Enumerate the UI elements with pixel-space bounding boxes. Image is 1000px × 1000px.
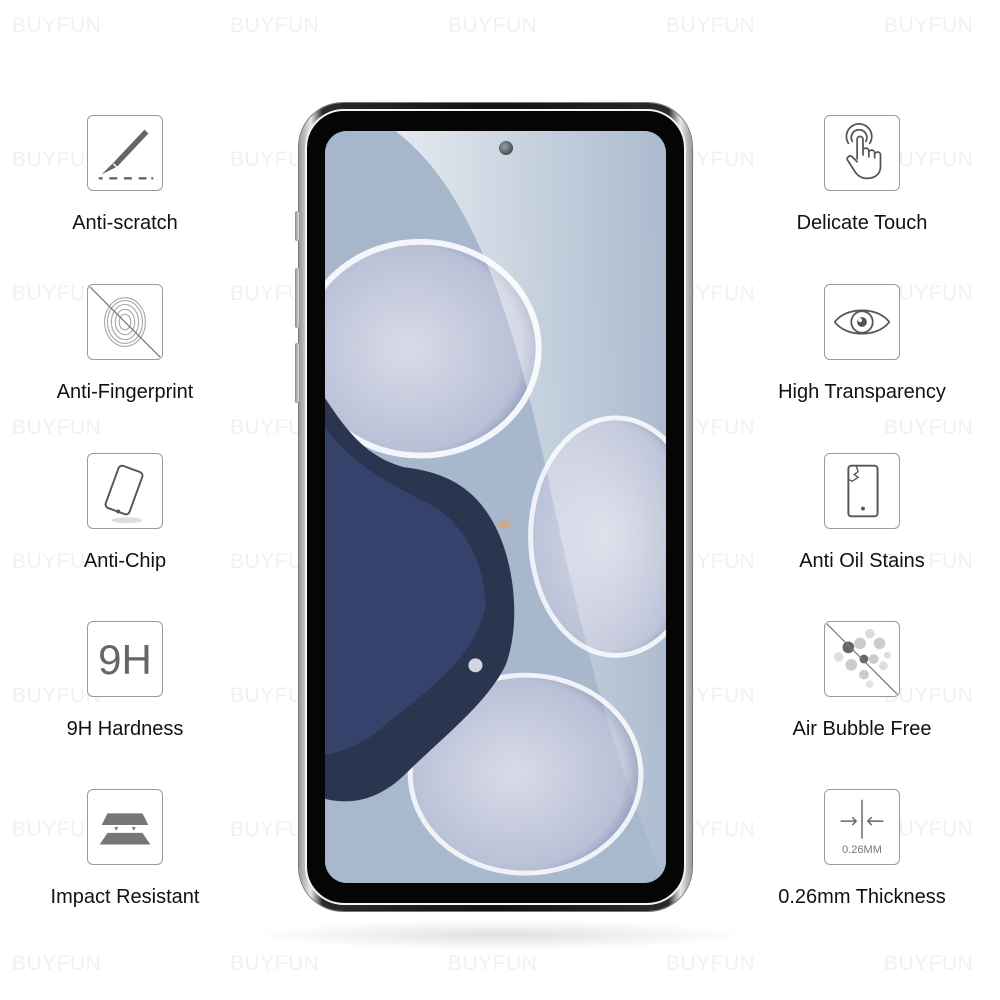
- volume-down-button: [295, 343, 299, 403]
- watermark-text: BUYFUN: [12, 952, 102, 975]
- front-camera: [499, 141, 513, 155]
- volume-up-button: [295, 268, 299, 328]
- fingerprint-crossed-icon: [87, 284, 163, 360]
- phone-bezel: [305, 109, 686, 905]
- watermark-text: BUYFUN: [884, 14, 974, 37]
- feature-label: Anti Oil Stains: [799, 550, 925, 572]
- thickness-icon-text: 0.26MM: [842, 844, 882, 856]
- 9h-icon: 9H: [87, 621, 163, 697]
- watermark-text: BUYFUN: [666, 952, 756, 975]
- watermark-text: BUYFUN: [884, 952, 974, 975]
- feature-thickness: 0.26MM 0.26mm Thickness: [762, 789, 962, 909]
- feature-delicate-touch: Delicate Touch: [762, 115, 962, 235]
- 9h-icon-text: 9H: [98, 636, 152, 683]
- feature-anti-scratch: Anti-scratch: [25, 115, 225, 235]
- thickness-arrows-icon: 0.26MM: [824, 789, 900, 865]
- feature-label: Air Bubble Free: [792, 718, 932, 740]
- phone-screen: [325, 131, 666, 883]
- bubbles-crossed-icon: [824, 621, 900, 697]
- feature-anti-fingerprint: Anti-Fingerprint: [25, 284, 225, 404]
- feature-air-bubble-free: Air Bubble Free: [762, 621, 962, 741]
- touch-hand-icon: [824, 115, 900, 191]
- watermark-text: BUYFUN: [230, 14, 320, 37]
- feature-label: Anti-Fingerprint: [56, 381, 194, 403]
- watermark-text: BUYFUN: [12, 14, 102, 37]
- watermark-text: BUYFUN: [448, 14, 538, 37]
- cracked-phone-icon: [824, 453, 900, 529]
- feature-high-transparency: High Transparency: [762, 284, 962, 404]
- phone-shadow: [250, 920, 750, 950]
- feature-label: Anti-Chip: [83, 550, 167, 572]
- feature-label: 0.26mm Thickness: [778, 886, 946, 908]
- feature-label: Anti-scratch: [72, 212, 178, 234]
- eye-icon: [824, 284, 900, 360]
- feature-label: High Transparency: [778, 381, 946, 403]
- watermark-text: BUYFUN: [884, 416, 974, 439]
- feature-9h-hardness: 9H 9H Hardness: [25, 621, 225, 741]
- feature-anti-chip: Anti-Chip: [25, 453, 225, 573]
- watermark-text: BUYFUN: [12, 416, 102, 439]
- feature-label: Delicate Touch: [796, 212, 928, 234]
- feature-label: Impact Resistant: [50, 886, 200, 908]
- feature-anti-oil-stains: Anti Oil Stains: [762, 453, 962, 573]
- feature-impact-resistant: Impact Resistant: [25, 789, 225, 909]
- feature-label: 9H Hardness: [66, 718, 184, 740]
- phone-mockup: [295, 103, 692, 911]
- scalpel-icon: [87, 115, 163, 191]
- impact-layers-icon: [87, 789, 163, 865]
- wallpaper-image: [325, 131, 666, 883]
- watermark-text: BUYFUN: [230, 952, 320, 975]
- watermark-text: BUYFUN: [448, 952, 538, 975]
- side-button: [295, 211, 299, 241]
- watermark-text: BUYFUN: [666, 14, 756, 37]
- tilted-phone-icon: [87, 453, 163, 529]
